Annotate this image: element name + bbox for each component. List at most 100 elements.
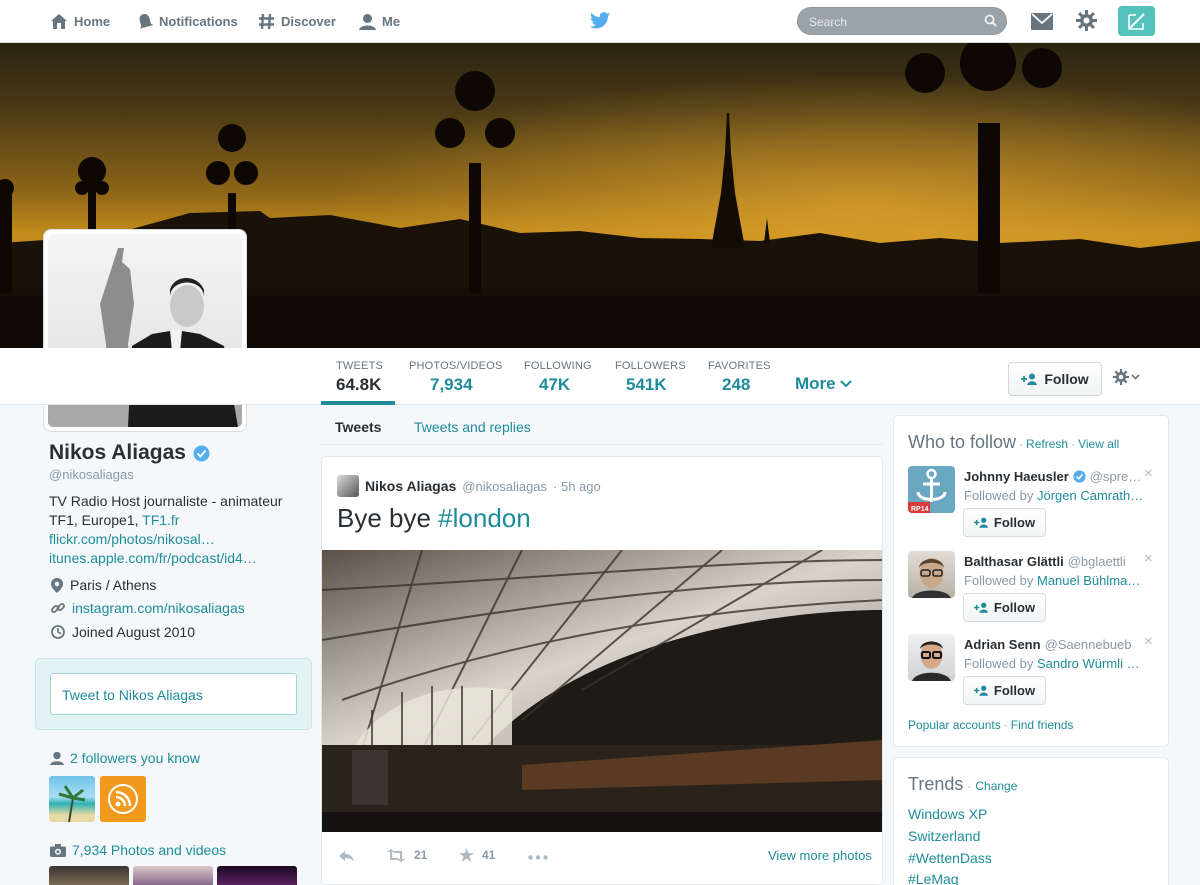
suggestion-handle[interactable]: @Saennebueb: [1045, 637, 1132, 652]
stat-tweets[interactable]: TWEETS 64.8K: [336, 360, 383, 395]
man-with-glasses-image: [912, 558, 951, 598]
followed-by-link[interactable]: Jörgen Camrath…: [1037, 488, 1143, 503]
suggestion-followed-by: Followed by Jörgen Camrath…: [964, 488, 1143, 503]
stat-photos-videos[interactable]: PHOTOS/VIDEOS 7,934: [409, 360, 502, 395]
stat-favorites-label: FAVORITES: [708, 360, 771, 372]
suggestion-name[interactable]: Johnny Haeusler: [964, 469, 1069, 484]
nav-home[interactable]: Home: [50, 0, 110, 42]
photo-thumbnail[interactable]: [133, 866, 213, 885]
followed-by-link[interactable]: Manuel Bühlma…: [1037, 573, 1140, 588]
profile-website[interactable]: instagram.com/nikosaliagas: [51, 600, 245, 616]
stat-following[interactable]: FOLLOWING 47K: [524, 360, 592, 395]
search-input[interactable]: Search: [797, 7, 1007, 35]
profile-name[interactable]: Nikos Aliagas: [49, 441, 210, 465]
find-friends-link[interactable]: Find friends: [1011, 718, 1074, 732]
suggestion-handle[interactable]: @bglaettli: [1068, 554, 1126, 569]
user-actions-menu[interactable]: [1113, 369, 1140, 385]
bio-flickr-link[interactable]: flickr.com/photos/nikosal…: [49, 531, 215, 547]
nav-notifications[interactable]: Notifications: [137, 0, 238, 42]
photo-thumbnail[interactable]: [217, 866, 297, 885]
tweet-photo[interactable]: [322, 550, 882, 832]
followed-by-link[interactable]: Sandro Würmli …: [1037, 656, 1140, 671]
messages-icon[interactable]: [1031, 13, 1053, 30]
photos-videos-link[interactable]: 7,934 Photos and videos: [50, 842, 226, 858]
tweet-author-handle[interactable]: @nikosaliagas: [462, 479, 547, 494]
joined-text: Joined August 2010: [72, 624, 195, 640]
settings-gear-icon[interactable]: [1076, 10, 1097, 31]
popular-accounts-link[interactable]: Popular accounts: [908, 718, 1001, 732]
tweet-hashtag-link[interactable]: #london: [438, 503, 531, 533]
follower-avatar-rss[interactable]: [100, 776, 146, 822]
suggestion-follow-button[interactable]: Follow: [963, 676, 1046, 705]
follow-button-label: Follow: [1044, 371, 1089, 387]
add-user-icon: [973, 517, 989, 528]
website-link[interactable]: instagram.com/nikosaliagas: [72, 600, 245, 616]
tab-tweets-and-replies[interactable]: Tweets and replies: [414, 419, 531, 435]
trend-item[interactable]: #LeMag: [908, 871, 959, 885]
tweet-timestamp[interactable]: · 5h ago: [553, 479, 601, 494]
timeline-tabs: Tweets Tweets and replies: [321, 405, 883, 445]
reply-icon[interactable]: [338, 850, 355, 863]
suggestion-avatar[interactable]: RP14: [908, 466, 955, 513]
trend-item[interactable]: #WettenDass: [908, 850, 992, 866]
followers-you-know-text: 2 followers you know: [70, 750, 200, 766]
nav-me[interactable]: Me: [359, 0, 400, 42]
suggestion-name-row[interactable]: Adrian Senn @Saennebueb: [964, 637, 1132, 652]
separator: ·: [1019, 437, 1024, 451]
suggestion-avatar[interactable]: [908, 634, 955, 681]
bio-tf1-link[interactable]: TF1.fr: [142, 512, 179, 528]
stat-followers[interactable]: FOLLOWERS 541K: [615, 360, 686, 395]
view-all-link[interactable]: View all: [1078, 437, 1119, 451]
tweet-to-input[interactable]: Tweet to Nikos Aliagas: [50, 673, 297, 715]
follow-button[interactable]: Follow: [1008, 362, 1102, 396]
dismiss-suggestion-icon[interactable]: ×: [1144, 550, 1153, 567]
suggestion-handle[interactable]: @spre…: [1090, 469, 1142, 484]
train-station-image: [322, 550, 882, 832]
photo-thumbnail[interactable]: [49, 866, 129, 885]
retweet-icon: [387, 848, 405, 862]
stat-followers-label: FOLLOWERS: [615, 360, 686, 372]
suggestion-follow-label: Follow: [993, 600, 1036, 615]
follower-avatar-beach[interactable]: [49, 776, 95, 823]
retweet-action[interactable]: 21: [386, 848, 427, 862]
followed-by-prefix: Followed by: [964, 488, 1037, 503]
followers-you-know-link[interactable]: 2 followers you know: [50, 750, 200, 766]
suggestion-name-row[interactable]: Johnny Haeusler @spre…: [964, 469, 1141, 484]
more-menu[interactable]: More: [795, 374, 852, 394]
suggestion-name[interactable]: Balthasar Glättli: [964, 554, 1064, 569]
dismiss-suggestion-icon[interactable]: ×: [1144, 633, 1153, 650]
bio-itunes-link[interactable]: itunes.apple.com/fr/podcast/id4…: [49, 550, 257, 566]
compose-tweet-button[interactable]: [1118, 6, 1155, 36]
twitter-bird-icon[interactable]: [590, 12, 610, 29]
nav-me-label: Me: [382, 13, 401, 29]
trend-item[interactable]: Switzerland: [908, 828, 980, 844]
tweet-author-avatar[interactable]: [337, 475, 359, 497]
tab-tweets[interactable]: Tweets: [335, 419, 381, 435]
suggestion-item: RP14 Johnny Haeusler @spre… Followed by …: [908, 465, 1160, 549]
suggestion-follow-button[interactable]: Follow: [963, 593, 1046, 622]
tweet-card[interactable]: Nikos Aliagas @nikosaliagas · 5h ago Bye…: [321, 456, 883, 885]
search-icon[interactable]: [984, 14, 997, 27]
who-to-follow-header: Who to follow · Refresh · View all: [908, 432, 1119, 453]
followed-by-prefix: Followed by: [964, 573, 1037, 588]
view-more-photos-link[interactable]: View more photos: [768, 848, 872, 863]
tweet-text-body: Bye bye: [337, 503, 439, 533]
refresh-link[interactable]: Refresh: [1026, 437, 1068, 451]
suggestion-follow-button[interactable]: Follow: [963, 508, 1046, 537]
suggestion-name-row[interactable]: Balthasar Glättli @bglaettli: [964, 554, 1126, 569]
change-trends-link[interactable]: Change: [975, 779, 1017, 793]
more-options-icon[interactable]: [528, 855, 548, 860]
profile-name-text: Nikos Aliagas: [49, 441, 186, 464]
nav-discover[interactable]: Discover: [258, 0, 336, 42]
favorite-action[interactable]: 41: [459, 848, 495, 862]
tweet-author-name[interactable]: Nikos Aliagas: [365, 478, 456, 494]
retweet-count: 21: [414, 848, 428, 862]
suggestion-name[interactable]: Adrian Senn: [964, 637, 1041, 652]
suggestion-avatar[interactable]: [908, 551, 955, 598]
tweet-text: Bye bye #london: [337, 503, 531, 534]
trend-item[interactable]: Windows XP: [908, 806, 987, 822]
dismiss-suggestion-icon[interactable]: ×: [1144, 465, 1153, 482]
stat-favorites[interactable]: FAVORITES 248: [708, 360, 771, 395]
separator: ·: [1071, 437, 1076, 451]
stat-tweets-label: TWEETS: [336, 360, 384, 372]
